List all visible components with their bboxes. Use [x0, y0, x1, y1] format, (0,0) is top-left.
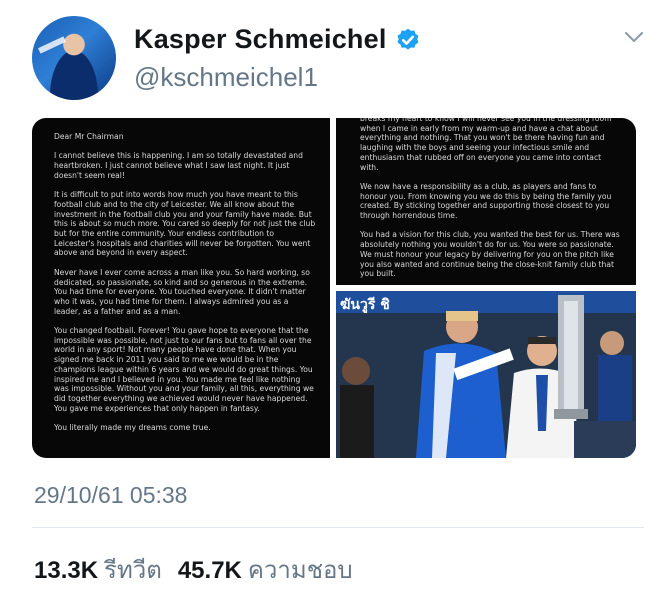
celebration-photo-scene: ฆันวูรี ชิ [336, 291, 636, 458]
photo-banner-text: ฆันวูรี ชิ [340, 297, 390, 313]
likes-label[interactable]: ความชอบ [248, 550, 353, 589]
letter-paragraph: Dear Mr Chairman [54, 132, 124, 141]
letter-paragraph: breaks my heart to know I will never see… [360, 118, 612, 172]
celebration-photo[interactable]: ฆันวูรี ชิ [336, 291, 636, 458]
letter-paragraph: I cannot believe this is happening. I am… [54, 151, 303, 180]
likes-count[interactable]: 45.7K [178, 557, 242, 585]
avatar[interactable] [32, 16, 116, 100]
retweets-label[interactable]: รีทวีต [104, 550, 162, 589]
tweet-media-grid: Dear Mr Chairman I cannot believe this i… [32, 118, 636, 458]
letter-text-left: Dear Mr Chairman I cannot believe this i… [54, 132, 316, 433]
letter-image-left[interactable]: Dear Mr Chairman I cannot believe this i… [32, 118, 330, 458]
letter-paragraph: We now have a responsibility as a club, … [360, 181, 612, 221]
letter-paragraph: It is difficult to put into words how mu… [54, 190, 316, 258]
user-handle[interactable]: @kschmeichel1 [134, 62, 318, 93]
letter-text-right: breaks my heart to know I will never see… [360, 118, 620, 279]
display-name[interactable]: Kasper Schmeichel [134, 24, 387, 55]
letter-paragraph: Never have I ever come across a man like… [54, 267, 310, 316]
letter-paragraph: You had a vision for this club, you want… [360, 230, 620, 279]
engagement-stats: 13.3K รีทวีต 45.7K ความชอบ [34, 550, 369, 589]
letter-paragraph: You changed football. Forever! You gave … [54, 326, 314, 413]
divider [32, 527, 644, 528]
retweets-count[interactable]: 13.3K [34, 557, 98, 585]
letter-image-right[interactable]: breaks my heart to know I will never see… [336, 118, 636, 285]
tweet-timestamp[interactable]: 29/10/61 05:38 [34, 482, 187, 509]
tweet-header: Kasper Schmeichel @kschmeichel1 [32, 16, 652, 100]
letter-paragraph: You literally made my dreams come true. [54, 423, 211, 433]
verified-badge-icon [397, 28, 419, 50]
chevron-down-icon[interactable] [624, 30, 644, 44]
name-row: Kasper Schmeichel [134, 24, 421, 55]
